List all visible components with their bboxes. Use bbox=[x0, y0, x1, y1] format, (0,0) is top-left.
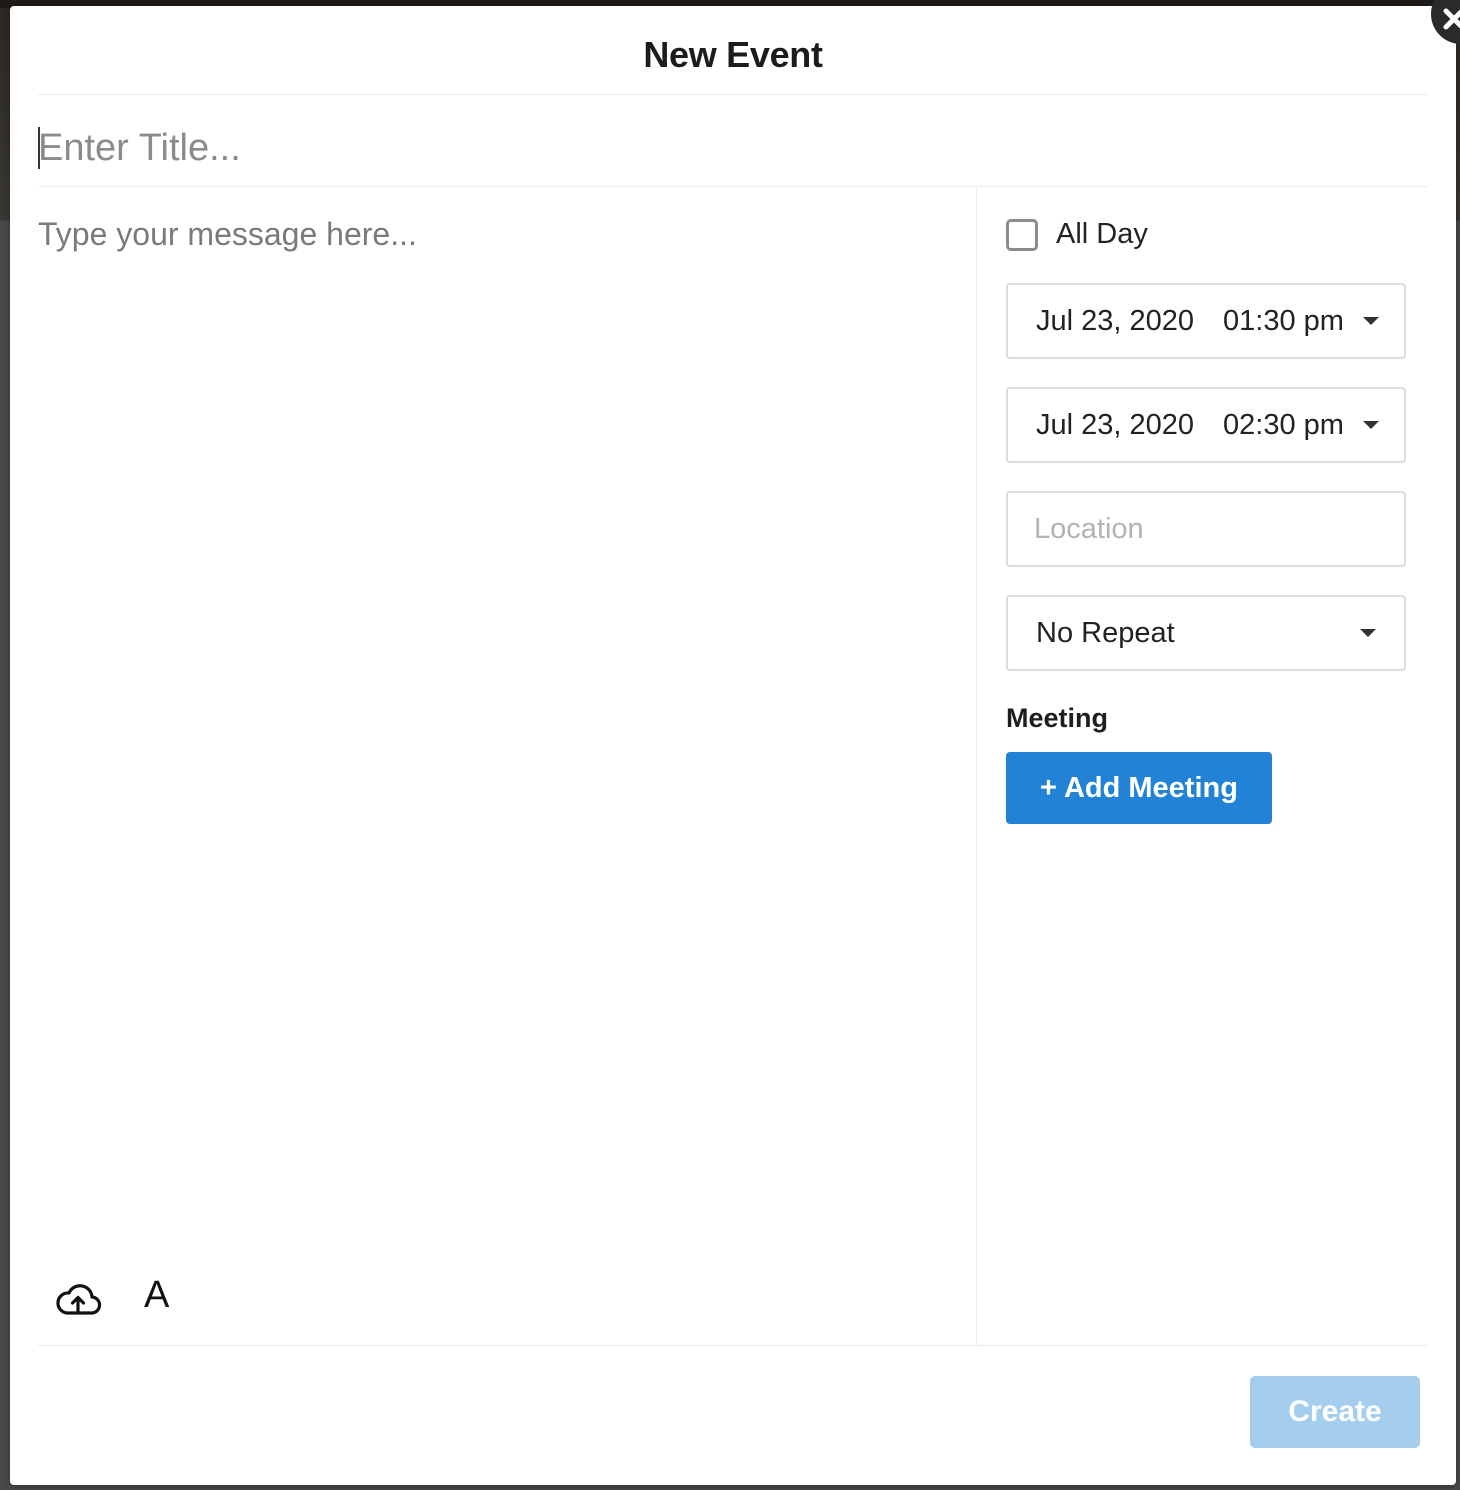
start-date: Jul 23, 2020 bbox=[1036, 304, 1195, 337]
end-date: Jul 23, 2020 bbox=[1036, 408, 1195, 441]
meeting-section-label: Meeting bbox=[1006, 703, 1109, 733]
location-input[interactable] bbox=[1034, 493, 1374, 565]
repeat-select[interactable]: No Repeat bbox=[1006, 595, 1406, 671]
chevron-down-icon bbox=[1360, 629, 1376, 637]
title-divider-bottom bbox=[38, 186, 1428, 187]
new-event-modal: New Event A All Day Jul 23, 2020 01:30 p… bbox=[10, 0, 1460, 1485]
chevron-down-icon bbox=[1363, 421, 1379, 429]
end-datetime-picker[interactable]: Jul 23, 2020 02:30 pm bbox=[1006, 387, 1406, 463]
footer-divider bbox=[38, 1345, 1428, 1346]
start-time: 01:30 pm bbox=[1223, 304, 1344, 337]
upload-button[interactable] bbox=[54, 1280, 102, 1320]
all-day-label: All Day bbox=[1056, 218, 1148, 250]
add-meeting-button[interactable]: + Add Meeting bbox=[1006, 752, 1272, 824]
all-day-toggle[interactable]: All Day bbox=[1006, 218, 1148, 251]
column-divider bbox=[976, 187, 977, 1345]
cloud-upload-icon bbox=[56, 1284, 102, 1315]
event-message-textarea[interactable] bbox=[38, 216, 958, 1246]
end-time: 02:30 pm bbox=[1223, 408, 1344, 441]
event-title-input[interactable] bbox=[38, 116, 1418, 180]
title-divider-top bbox=[38, 94, 1428, 95]
all-day-checkbox[interactable] bbox=[1006, 218, 1038, 251]
modal-title: New Event bbox=[643, 34, 823, 75]
create-button[interactable]: Create bbox=[1250, 1376, 1420, 1448]
text-caret bbox=[38, 127, 40, 169]
location-field[interactable] bbox=[1006, 491, 1406, 567]
font-format-button[interactable]: A bbox=[144, 1274, 169, 1317]
close-icon bbox=[1443, 8, 1460, 30]
repeat-selected-value: No Repeat bbox=[1036, 616, 1175, 649]
start-datetime-picker[interactable]: Jul 23, 2020 01:30 pm bbox=[1006, 283, 1406, 359]
chevron-down-icon bbox=[1363, 317, 1379, 325]
